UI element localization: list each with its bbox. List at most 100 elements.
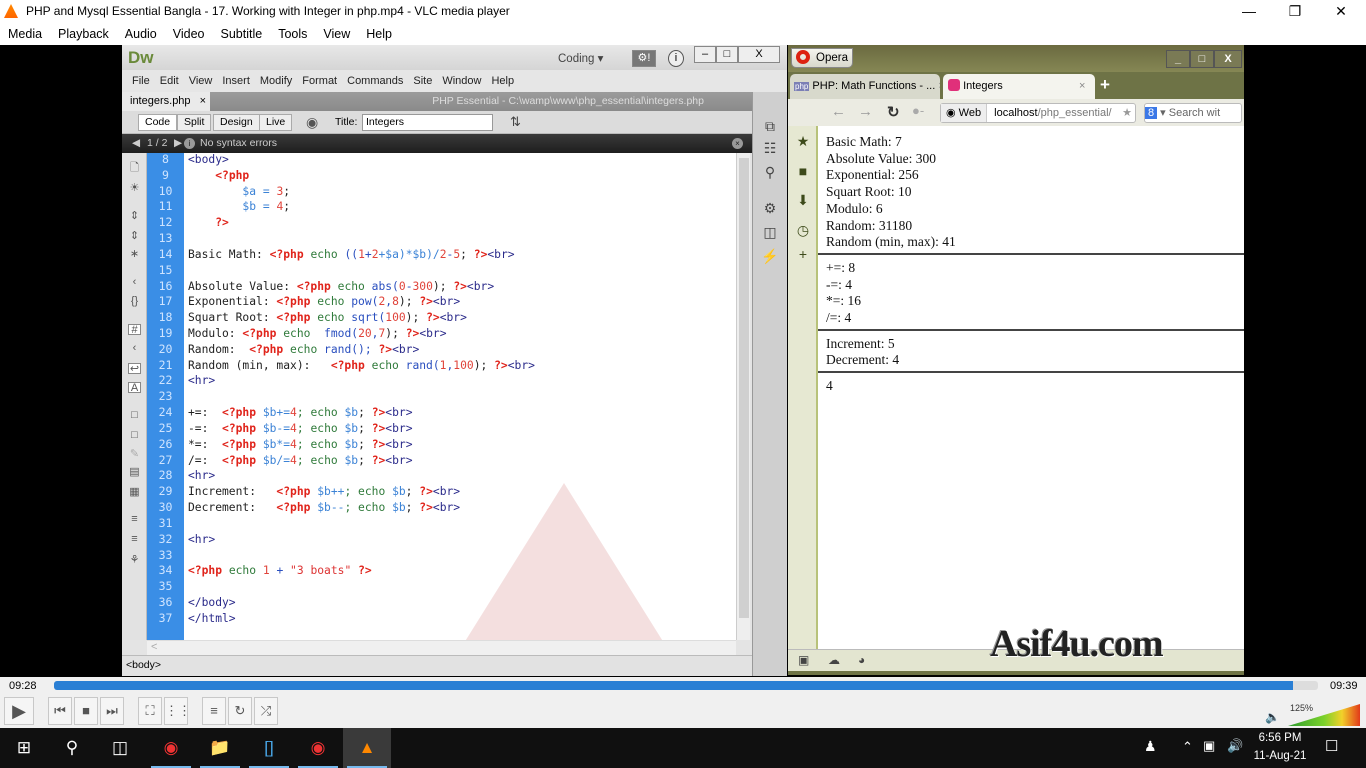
dw-menu-modify[interactable]: Modify [260,75,292,87]
dw-menu-view[interactable]: View [189,75,213,87]
code-line[interactable]: <?php echo 1 + "3 boats" ?> [188,563,372,579]
code-line[interactable]: /=: <?php $b/=4; echo $b; ?><br> [188,453,413,469]
code-line[interactable]: </body> [188,595,236,611]
menu-help[interactable]: Help [366,27,392,41]
line-numbers-icon[interactable]: # [128,324,141,336]
code-inspector-icon[interactable]: ⚲ [761,164,779,182]
search-input[interactable]: 8 ▾ Search wit [1144,103,1242,123]
syntax-coloring-icon[interactable]: A [128,382,141,394]
reload-icon[interactable]: ↻ [887,103,900,121]
unite-icon[interactable]: ☁ [828,653,840,667]
behaviors-panel-icon[interactable]: ⚡ [761,248,779,266]
dw-maximize-button[interactable]: □ [716,46,738,63]
search-icon[interactable]: ⚲ [48,728,96,768]
code-line[interactable]: <hr> [188,532,215,548]
collapse-selection-icon[interactable]: ⇕ [128,231,141,242]
clock-date[interactable]: 11-Aug-21 [1252,750,1308,762]
tab-close-icon[interactable]: × [938,80,940,92]
new-tab-icon[interactable]: + [1100,75,1110,95]
dw-menu-insert[interactable]: Insert [222,75,250,87]
code-line[interactable]: Increment: <?php $b++; echo $b; ?><br> [188,484,460,500]
code-line[interactable]: $a = 3; [188,184,290,200]
bookmark-star-icon[interactable]: ★ [1122,104,1132,122]
brackets-icon[interactable]: [] [245,728,293,768]
shuffle-button[interactable]: ⤮ [254,697,278,725]
stop-button[interactable]: ■ [74,697,98,725]
title-input[interactable]: Integers [362,114,493,131]
live-view-button[interactable]: Live [259,114,293,131]
volume-icon[interactable]: 🔊 [1227,738,1243,754]
code-line[interactable]: Basic Math: <?php echo ((1+2+$a)*$b)/2-5… [188,247,515,263]
code-line[interactable]: <hr> [188,373,215,389]
seek-bar[interactable] [54,681,1318,690]
split-view-button[interactable]: Split [177,114,212,131]
dw-menu-window[interactable]: Window [442,75,481,87]
menu-video[interactable]: Video [173,27,205,41]
scrollbar-thumb[interactable] [739,158,749,618]
vlc-icon[interactable]: ▲ [343,728,391,768]
dw-menu-commands[interactable]: Commands [347,75,403,87]
show-code-navigator-icon[interactable]: ☀ [128,183,141,194]
code-line[interactable]: Random (min, max): <?php echo rand(1,100… [188,358,535,374]
forward-icon[interactable]: → [858,103,873,120]
code-line[interactable]: </html> [188,611,236,627]
indent-code-icon[interactable]: ≡ [128,514,141,525]
code-line[interactable]: Squart Root: <?php echo sqrt(100); ?><br… [188,310,467,326]
playlist-button[interactable]: ≡ [202,697,226,725]
panel-toggle-icon[interactable]: ▣ [798,653,809,667]
dw-minimize-button[interactable]: – [694,46,716,63]
info-icon[interactable]: i [668,50,684,67]
code-editor[interactable]: <body> <?php $a = 3; $b = 4; ?> Basic Mat… [184,153,736,640]
dw-menu-format[interactable]: Format [302,75,337,87]
sync-settings-icon[interactable]: ⚙! [632,50,656,67]
files-panel-icon[interactable]: ☷ [761,140,779,158]
select-parent-tag-icon[interactable]: ‹ [128,277,141,288]
tab-integers[interactable]: Integers × [943,74,1095,99]
close-button[interactable]: ✕ [1318,0,1364,22]
speaker-icon[interactable]: 🔈 [1265,710,1280,724]
insert-panel-icon[interactable]: ⧉ [761,118,779,136]
back-icon[interactable]: ← [831,103,846,120]
file-management-icon[interactable]: ⇅ [510,114,521,130]
tab-close-icon[interactable]: × [200,95,206,107]
extended-settings-button[interactable]: ⋮⋮ [164,697,191,725]
code-line[interactable]: Random: <?php echo rand(); ?><br> [188,342,419,358]
downloads-icon[interactable]: ⬇ [796,193,810,207]
key-icon[interactable]: ●- [912,103,924,118]
code-line[interactable]: <body> [188,153,229,168]
opera-menu-button[interactable]: Opera [791,48,853,68]
menu-media[interactable]: Media [8,27,42,41]
tab-php-math-functions[interactable]: php PHP: Math Functions - ... × [790,74,940,99]
file-explorer-icon[interactable]: 📁 [196,728,244,768]
maximize-button[interactable]: ❐ [1272,0,1318,22]
menu-audio[interactable]: Audio [125,27,157,41]
turbo-icon[interactable]: ◕ [858,653,865,667]
highlight-invalid-icon[interactable]: ‹ [128,343,141,354]
opera-maximize-button[interactable]: □ [1190,50,1214,68]
chrome-icon[interactable]: ◉ [147,728,195,768]
people-icon[interactable]: ♟ [1144,738,1157,755]
vertical-scrollbar[interactable] [736,153,750,640]
format-source-icon[interactable]: ⚘ [128,555,141,566]
menu-tools[interactable]: Tools [278,27,307,41]
dw-menu-help[interactable]: Help [491,75,514,87]
remove-comment-icon[interactable]: □ [128,430,141,441]
tab-close-icon[interactable]: × [1079,74,1085,98]
opera-close-button[interactable]: X [1214,50,1242,68]
task-view-icon[interactable]: ◫ [96,728,144,768]
workspace-switcher[interactable]: Coding ▾ [558,51,603,65]
apply-comment-icon[interactable]: □ [128,410,141,421]
start-windows-icon[interactable]: ⊞ [0,728,48,768]
bookmarks-icon[interactable]: ★ [796,134,810,148]
wrap-tag-icon[interactable]: ✎ [128,449,141,460]
body-tag[interactable]: <body> [126,659,161,671]
word-wrap-icon[interactable]: ↩ [128,363,141,375]
code-line[interactable]: -=: <?php $b-=4; echo $b; ?><br> [188,421,413,437]
address-bar[interactable]: ◉ Web localhost/php_essential/ ★ [940,103,1136,123]
fullscreen-button[interactable]: ⛶ [138,697,162,725]
outdent-code-icon[interactable]: ≡ [128,534,141,545]
code-line[interactable]: +=: <?php $b+=4; echo $b; ?><br> [188,405,413,421]
menu-playback[interactable]: Playback [58,27,109,41]
balance-braces-icon[interactable]: {} [128,296,141,307]
next-error-icon[interactable]: ▶ [174,134,182,153]
